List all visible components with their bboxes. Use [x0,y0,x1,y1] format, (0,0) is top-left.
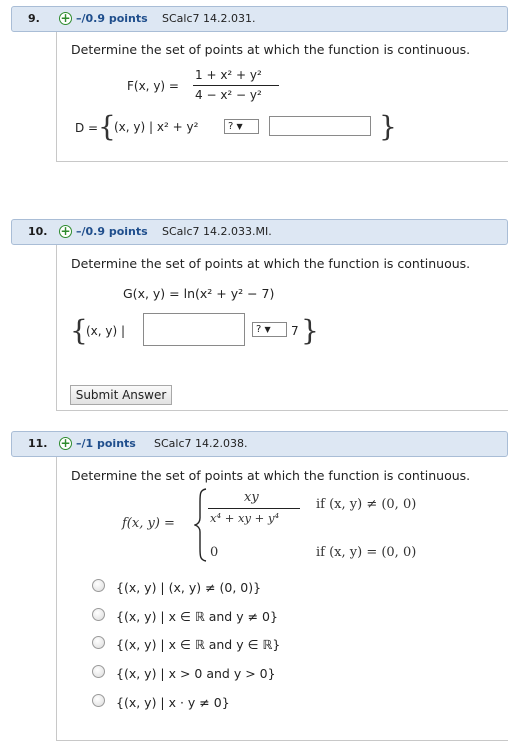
problem-source: SCalc7 14.2.033.MI. [162,225,272,238]
question-11-header: 11. + –/1 points SCalc7 14.2.038. [11,431,508,457]
function-definition: G(x, y) = ln(x² + y² − 7) [123,286,275,301]
right-brace: } [301,314,319,347]
option-label: {(x, y) | (x, y) ≠ (0, 0)} [116,580,262,595]
relation-select[interactable]: ? ▼ [252,322,287,337]
expand-plus-icon[interactable]: + [59,437,72,450]
points-link[interactable]: –/0.9 points [76,12,148,25]
cases-brace [194,488,207,562]
option-label: {(x, y) | x ∈ ℝ and y ∈ ℝ} [116,637,281,652]
case1-denominator: x⁴ + xy + y⁴ [210,511,280,525]
relation-select[interactable]: ? ▼ [224,119,259,134]
option-label: {(x, y) | x · y ≠ 0} [116,695,230,710]
fraction-numerator: 1 + x² + y² [195,68,262,82]
question-10-header: 10. + –/0.9 points SCalc7 14.2.033.MI. [11,219,508,245]
problem-source: SCalc7 14.2.031. [162,12,256,25]
question-9-header: 9. + –/0.9 points SCalc7 14.2.031. [11,6,508,32]
case1-condition: if (x, y) ≠ (0, 0) [316,497,417,512]
fraction-bar [193,85,279,86]
option-radio[interactable] [92,579,105,592]
points-link[interactable]: –/1 points [76,437,136,450]
question-number: 9. [28,12,40,25]
expand-plus-icon[interactable]: + [59,12,72,25]
fraction-bar [208,508,300,509]
set-prefix: D = [75,121,99,135]
option-radio[interactable] [92,665,105,678]
option-radio[interactable] [92,608,105,621]
answer-input[interactable] [143,313,245,346]
set-suffix-value: 7 [291,324,299,338]
set-condition: (x, y) | x² + y² [114,120,199,134]
question-prompt: Determine the set of points at which the… [71,256,471,271]
option-label: {(x, y) | x > 0 and y > 0} [116,666,276,681]
problem-source: SCalc7 14.2.038. [154,437,248,450]
case2-value: 0 [210,545,219,560]
case2-condition: if (x, y) = (0, 0) [316,545,417,560]
fraction-denominator: 4 − x² − y² [195,88,262,102]
points-link[interactable]: –/0.9 points [76,225,148,238]
set-condition: (x, y) | [86,324,126,338]
right-brace: } [379,110,397,143]
function-label: F(x, y) = [127,79,179,93]
question-prompt: Determine the set of points at which the… [71,468,471,483]
option-radio[interactable] [92,694,105,707]
case1-numerator: xy [244,490,259,505]
submit-answer-button[interactable]: Submit Answer [70,385,172,405]
question-prompt: Determine the set of points at which the… [71,42,471,57]
option-label: {(x, y) | x ∈ ℝ and y ≠ 0} [116,609,278,624]
option-radio[interactable] [92,636,105,649]
answer-input[interactable] [269,116,371,136]
function-label: f(x, y) = [122,516,175,531]
question-number: 11. [28,437,48,450]
expand-plus-icon[interactable]: + [59,225,72,238]
question-number: 10. [28,225,48,238]
